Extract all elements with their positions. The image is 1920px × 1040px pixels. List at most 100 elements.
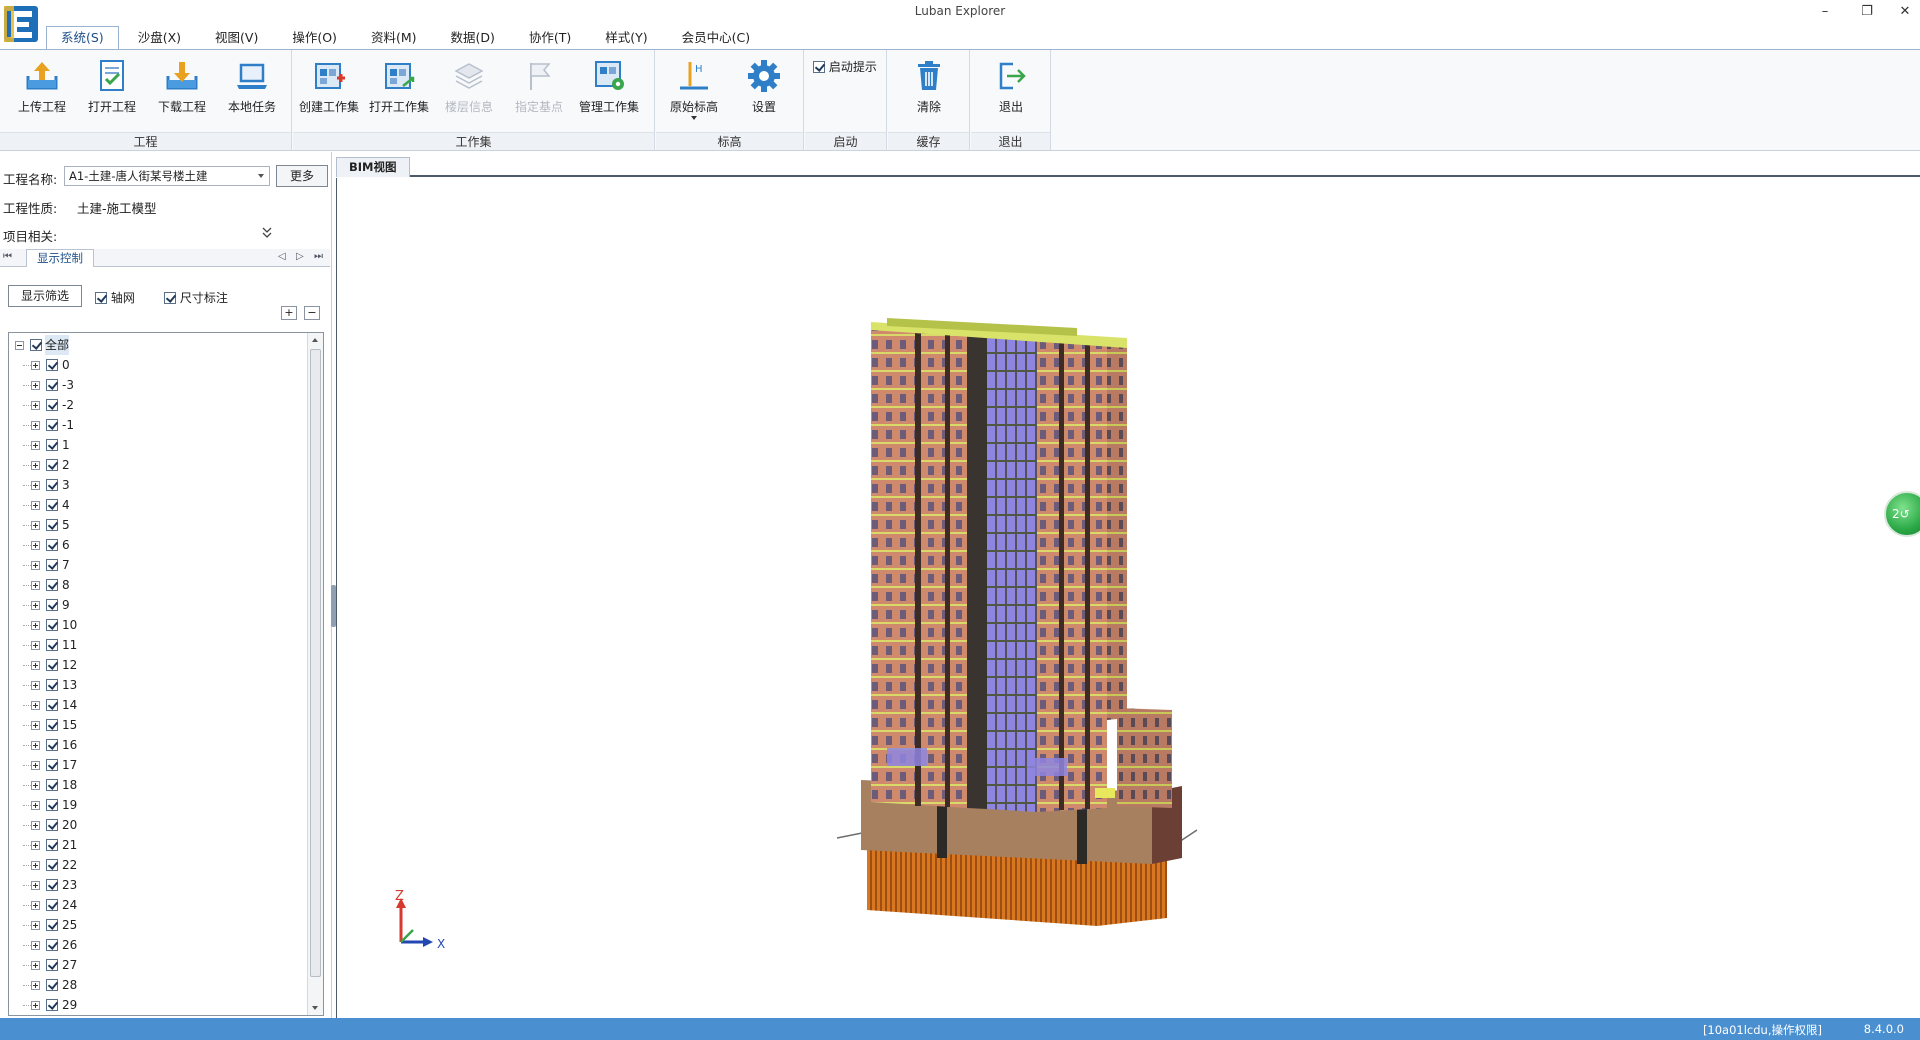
expand-node-icon[interactable] [31,961,40,970]
expand-node-icon[interactable] [31,561,40,570]
expand-node-icon[interactable] [31,601,40,610]
expand-node-icon[interactable] [31,581,40,590]
expand-node-icon[interactable] [31,1001,40,1010]
tree-item-floor[interactable]: -2 [9,395,307,415]
building-model[interactable] [827,318,1207,938]
expand-node-icon[interactable] [31,701,40,710]
expand-node-icon[interactable] [31,501,40,510]
expand-node-icon[interactable] [31,421,40,430]
tree-item-floor[interactable]: 20 [9,815,307,835]
expand-node-icon[interactable] [31,381,40,390]
tree-item-floor[interactable]: 5 [9,515,307,535]
tree-item-floor[interactable]: 11 [9,635,307,655]
tab-system[interactable]: 系统(S) [46,26,119,50]
tab-operation[interactable]: 操作(O) [277,26,352,50]
expand-node-icon[interactable] [31,461,40,470]
tree-item-floor[interactable]: 16 [9,735,307,755]
tree-check-icon[interactable] [46,839,58,851]
expand-node-icon[interactable] [31,941,40,950]
navigation-ball[interactable]: 2↺ [1884,491,1920,537]
tree-item-floor[interactable]: 23 [9,875,307,895]
expand-node-icon[interactable] [31,721,40,730]
base-point-button[interactable]: 指定基点 [505,54,573,128]
tree-item-root[interactable]: 全部 [9,335,307,355]
tree-item-floor[interactable]: 6 [9,535,307,555]
tree-check-icon[interactable] [46,819,58,831]
display-filter-button[interactable]: 显示筛选 [8,285,82,307]
tree-check-icon[interactable] [46,439,58,451]
tree-item-floor[interactable]: 2 [9,455,307,475]
tree-check-icon[interactable] [46,939,58,951]
tree-item-floor[interactable]: 13 [9,675,307,695]
tree-item-floor[interactable]: 9 [9,595,307,615]
tree-check-icon[interactable] [46,979,58,991]
expand-node-icon[interactable] [31,901,40,910]
tree-item-floor[interactable]: 25 [9,915,307,935]
tree-item-floor[interactable]: 29 [9,995,307,1015]
tree-check-icon[interactable] [46,999,58,1011]
tree-check-icon[interactable] [46,719,58,731]
tree-item-floor[interactable]: -1 [9,415,307,435]
tab-member-center[interactable]: 会员中心(C) [667,26,765,50]
download-project-button[interactable]: 下载工程 [148,54,216,128]
clear-cache-button[interactable]: 清除 [895,54,963,128]
restore-button[interactable]: ❐ [1852,2,1882,22]
tree-item-floor[interactable]: 24 [9,895,307,915]
prev-tab-icon[interactable]: ◁ [278,251,286,262]
tree-item-floor[interactable]: 27 [9,955,307,975]
tree-item-floor[interactable]: 1 [9,435,307,455]
tab-collaboration[interactable]: 协作(T) [514,26,586,50]
tree-check-icon[interactable] [46,799,58,811]
expand-node-icon[interactable] [31,521,40,530]
tab-view[interactable]: 视图(V) [200,26,273,50]
tree-item-floor[interactable]: 19 [9,795,307,815]
dimension-check-icon[interactable] [164,292,176,304]
tree-check-icon[interactable] [46,399,58,411]
tree-item-floor[interactable]: 22 [9,855,307,875]
exit-button[interactable]: 退出 [977,54,1045,128]
expand-node-icon[interactable] [31,741,40,750]
expand-node-icon[interactable] [31,681,40,690]
tree-check-icon[interactable] [46,539,58,551]
double-chevron-down-icon[interactable] [262,227,272,239]
expand-node-icon[interactable] [31,781,40,790]
tree-item-floor[interactable]: 12 [9,655,307,675]
dimension-checkbox[interactable]: 尺寸标注 [164,289,228,306]
expand-node-icon[interactable] [31,821,40,830]
tree-check-icon[interactable] [46,579,58,591]
tree-check-icon[interactable] [46,599,58,611]
tree-check-icon[interactable] [46,459,58,471]
tree-scroll-thumb[interactable] [310,349,321,977]
expand-node-icon[interactable] [31,841,40,850]
tree-item-floor[interactable]: 10 [9,615,307,635]
last-tab-icon[interactable]: ⏭ [314,251,323,262]
tree-item-floor[interactable]: 3 [9,475,307,495]
tree-item-floor[interactable]: 17 [9,755,307,775]
more-button[interactable]: 更多 [276,165,328,187]
expand-node-icon[interactable] [31,801,40,810]
scroll-down-icon[interactable] [312,1006,318,1010]
tree-check-icon[interactable] [46,899,58,911]
scroll-up-icon[interactable] [312,338,318,342]
tab-style[interactable]: 样式(Y) [590,26,662,50]
app-logo-icon[interactable] [4,6,38,42]
tree-check-icon[interactable] [46,739,58,751]
next-tab-icon[interactable]: ▷ [296,251,304,262]
tree-check-icon[interactable] [46,379,58,391]
tree-item-floor[interactable]: 8 [9,575,307,595]
expand-node-icon[interactable] [31,861,40,870]
expand-all-button[interactable]: + [281,306,297,320]
tree-item-floor[interactable]: 14 [9,695,307,715]
create-workset-button[interactable]: 创建工作集 [295,54,363,128]
open-workset-button[interactable]: 打开工作集 [365,54,433,128]
tree-item-floor[interactable]: 26 [9,935,307,955]
expand-node-icon[interactable] [31,621,40,630]
tree-check-icon[interactable] [46,759,58,771]
tree-check-icon[interactable] [46,619,58,631]
expand-node-icon[interactable] [31,921,40,930]
tree-item-floor[interactable]: 15 [9,715,307,735]
tree-check-icon[interactable] [46,659,58,671]
tab-bim-view[interactable]: BIM视图 [336,157,410,177]
tree-item-floor[interactable]: 7 [9,555,307,575]
tree-check-icon[interactable] [46,479,58,491]
